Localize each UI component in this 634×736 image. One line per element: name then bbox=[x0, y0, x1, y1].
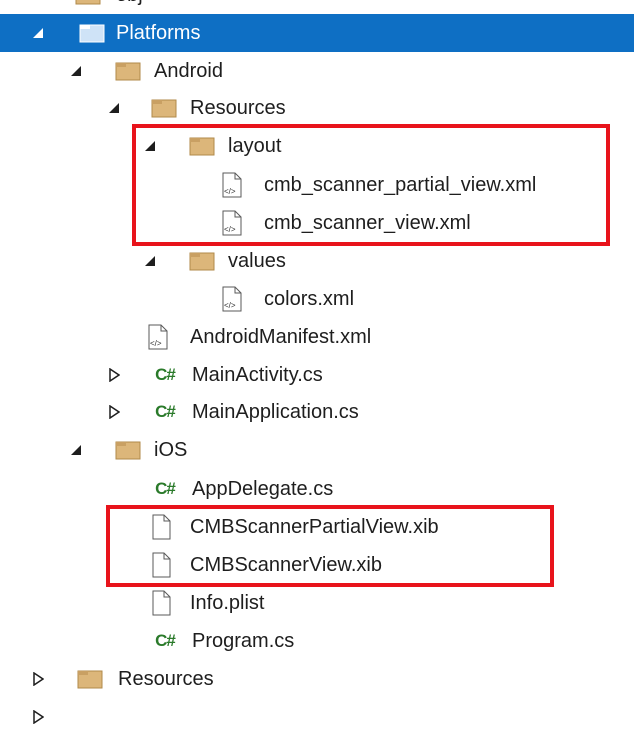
folder-icon bbox=[188, 250, 216, 272]
tree-item-app-delegate[interactable]: C# AppDelegate.cs bbox=[0, 470, 634, 508]
tree-item-label: AndroidManifest.xml bbox=[190, 326, 372, 348]
tree-item-colors-xml[interactable]: </> colors.xml bbox=[0, 280, 634, 318]
tree-item-label: Resources bbox=[118, 668, 214, 690]
svg-text:</>: </> bbox=[224, 301, 236, 310]
collapse-arrow-icon[interactable] bbox=[30, 25, 46, 41]
csharp-file-icon: C# bbox=[155, 479, 176, 498]
highlight-box-ios-xib bbox=[106, 505, 554, 587]
xml-file-icon: </> bbox=[220, 286, 244, 312]
expand-arrow-icon[interactable] bbox=[30, 709, 46, 725]
tree-item-label: Program.cs bbox=[192, 630, 295, 652]
tree-item-label: Platforms bbox=[116, 22, 201, 44]
expand-arrow-icon[interactable] bbox=[30, 0, 46, 3]
folder-icon bbox=[74, 0, 102, 6]
tree-item-label: iOS bbox=[154, 439, 188, 461]
tree-item-android-manifest[interactable]: </> AndroidManifest.xml bbox=[0, 318, 634, 356]
tree-item-program-cs[interactable]: C# Program.cs bbox=[0, 622, 634, 660]
tree-item-label: Info.plist bbox=[190, 592, 265, 614]
folder-icon bbox=[76, 668, 104, 690]
tree-item-resources[interactable]: Resources bbox=[0, 89, 634, 127]
tree-item-main-application[interactable]: C# MainApplication.cs bbox=[0, 393, 634, 431]
collapse-arrow-icon[interactable] bbox=[68, 63, 84, 79]
expand-arrow-icon[interactable] bbox=[106, 404, 122, 420]
xml-file-icon: </> bbox=[146, 324, 170, 350]
folder-icon bbox=[78, 22, 106, 44]
tree-item-label: values bbox=[228, 250, 286, 272]
folder-icon bbox=[150, 97, 178, 119]
solution-explorer-tree: obj Platforms Android Resources bbox=[0, 0, 634, 724]
highlight-box-android-layout bbox=[132, 124, 610, 246]
tree-item-label: obj bbox=[116, 0, 143, 14]
tree-item-label: MainApplication.cs bbox=[192, 401, 359, 423]
tree-item-label: colors.xml bbox=[264, 288, 355, 310]
folder-icon bbox=[114, 60, 142, 82]
tree-item-platforms[interactable]: Platforms bbox=[0, 14, 634, 52]
tree-item-resources-root[interactable]: Resources bbox=[0, 660, 634, 698]
tree-item-label: Android bbox=[154, 60, 223, 82]
tree-item-info-plist[interactable]: Info.plist bbox=[0, 584, 634, 622]
collapse-arrow-icon[interactable] bbox=[106, 100, 122, 116]
csharp-file-icon: C# bbox=[155, 365, 176, 384]
tree-item-main-activity[interactable]: C# MainActivity.cs bbox=[0, 356, 634, 394]
collapse-arrow-icon[interactable] bbox=[68, 442, 84, 458]
tree-item-ios[interactable]: iOS bbox=[0, 431, 634, 469]
tree-item-android[interactable]: Android bbox=[0, 52, 634, 90]
tree-item-obj[interactable]: obj bbox=[0, 0, 634, 14]
collapse-arrow-icon[interactable] bbox=[142, 253, 158, 269]
csharp-file-icon: C# bbox=[155, 402, 176, 421]
csharp-file-icon: C# bbox=[155, 631, 176, 650]
expand-arrow-icon[interactable] bbox=[30, 671, 46, 687]
tree-item-label: MainActivity.cs bbox=[192, 364, 323, 386]
tree-item-label: Resources bbox=[190, 97, 286, 119]
svg-text:</>: </> bbox=[150, 339, 162, 348]
tree-item-values[interactable]: values bbox=[0, 242, 634, 280]
expand-arrow-icon[interactable] bbox=[106, 367, 122, 383]
folder-icon bbox=[114, 439, 142, 461]
tree-item-partial-bottom[interactable] bbox=[0, 698, 634, 736]
file-icon bbox=[150, 590, 172, 616]
tree-item-label: AppDelegate.cs bbox=[192, 478, 334, 500]
